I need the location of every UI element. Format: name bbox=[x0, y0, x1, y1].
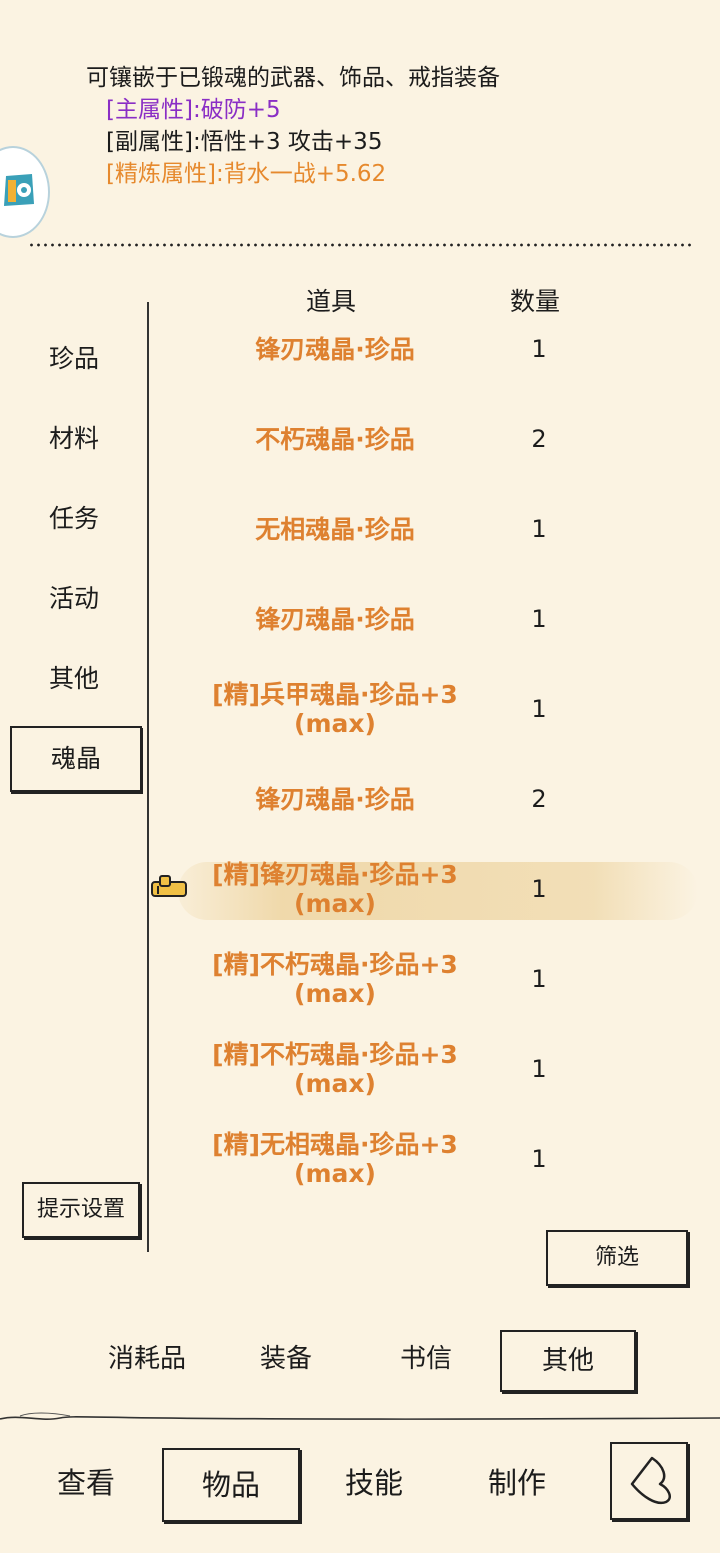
item-row-selected[interactable]: [精]锋刃魂晶·珍品+3 (max) 1 bbox=[150, 844, 710, 934]
main-attribute: [主属性]:破防+5 bbox=[106, 97, 281, 123]
item-name: 锋刃魂晶·珍品 bbox=[255, 784, 415, 814]
item-quantity: 1 bbox=[531, 965, 547, 993]
item-name: 不朽魂晶·珍品 bbox=[255, 424, 415, 454]
item-quantity: 2 bbox=[531, 425, 547, 453]
item-quantity: 1 bbox=[531, 1145, 547, 1173]
item-row[interactable]: [精]不朽魂晶·珍品+3 (max) 1 bbox=[150, 934, 710, 1024]
item-name: [精]无相魂晶·珍品+3 (max) bbox=[212, 1130, 458, 1188]
tab-skills[interactable]: 技能 bbox=[320, 1448, 428, 1518]
item-quantity: 1 bbox=[531, 1055, 547, 1083]
item-name: 锋刃魂晶·珍品 bbox=[255, 334, 415, 364]
item-quantity: 2 bbox=[531, 785, 547, 813]
refine-attribute: [精炼属性]:背水一战+5.62 bbox=[106, 161, 387, 187]
category-materials[interactable]: 材料 bbox=[10, 408, 138, 470]
category-quest[interactable]: 任务 bbox=[10, 488, 138, 550]
category-soul-crystal[interactable]: 魂晶 bbox=[10, 726, 142, 792]
item-row[interactable]: 无相魂晶·珍品 1 bbox=[150, 484, 710, 574]
filter-button[interactable]: 筛选 bbox=[546, 1230, 688, 1286]
item-row[interactable]: 不朽魂晶·珍品 2 bbox=[150, 394, 710, 484]
category-rare[interactable]: 珍品 bbox=[10, 328, 138, 390]
dotted-divider bbox=[28, 242, 692, 248]
item-row[interactable]: 锋刃魂晶·珍品 1 bbox=[150, 304, 710, 394]
subtab-equipment[interactable]: 装备 bbox=[236, 1330, 336, 1388]
assistant-logo-icon bbox=[4, 174, 34, 206]
tab-items[interactable]: 物品 bbox=[162, 1448, 300, 1522]
item-row[interactable]: 锋刃魂晶·珍品 2 bbox=[150, 754, 710, 844]
subtab-consumables[interactable]: 消耗品 bbox=[92, 1330, 202, 1388]
vertical-divider bbox=[147, 302, 149, 1252]
item-quantity: 1 bbox=[531, 605, 547, 633]
back-button[interactable] bbox=[610, 1442, 688, 1520]
tab-crafting[interactable]: 制作 bbox=[462, 1448, 572, 1518]
item-name: [精]锋刃魂晶·珍品+3 (max) bbox=[212, 860, 458, 918]
category-event[interactable]: 活动 bbox=[10, 568, 138, 630]
item-description: 可镶嵌于已锻魂的武器、饰品、戒指装备 [主属性]:破防+5 [副属性]:悟性+3… bbox=[86, 62, 500, 190]
item-row[interactable]: [精]兵甲魂晶·珍品+3 (max) 1 bbox=[150, 664, 710, 754]
item-quantity: 1 bbox=[531, 875, 547, 903]
item-name: [精]兵甲魂晶·珍品+3 (max) bbox=[212, 680, 458, 738]
item-quantity: 1 bbox=[531, 515, 547, 543]
item-row[interactable]: [精]无相魂晶·珍品+3 (max) 1 bbox=[150, 1114, 710, 1204]
category-other[interactable]: 其他 bbox=[10, 648, 138, 710]
item-name: [精]不朽魂晶·珍品+3 (max) bbox=[212, 950, 458, 1008]
item-name: [精]不朽魂晶·珍品+3 (max) bbox=[212, 1040, 458, 1098]
description-text: 可镶嵌于已锻魂的武器、饰品、戒指装备 bbox=[86, 65, 500, 91]
sub-attribute: [副属性]:悟性+3 攻击+35 bbox=[106, 129, 383, 155]
floating-assistant-button[interactable] bbox=[0, 146, 50, 238]
item-row[interactable]: 锋刃魂晶·珍品 1 bbox=[150, 574, 710, 664]
back-arrow-icon bbox=[630, 1456, 671, 1505]
pointing-hand-icon bbox=[151, 875, 187, 897]
subtab-other[interactable]: 其他 bbox=[500, 1330, 636, 1392]
subtab-letters[interactable]: 书信 bbox=[376, 1330, 476, 1388]
item-row[interactable]: [精]不朽魂晶·珍品+3 (max) 1 bbox=[150, 1024, 710, 1114]
item-quantity: 1 bbox=[531, 695, 547, 723]
hint-settings-button[interactable]: 提示设置 bbox=[22, 1182, 140, 1238]
item-quantity: 1 bbox=[531, 335, 547, 363]
tab-view[interactable]: 查看 bbox=[30, 1448, 142, 1518]
ink-divider bbox=[0, 1412, 720, 1420]
item-name: 无相魂晶·珍品 bbox=[255, 514, 415, 544]
item-name: 锋刃魂晶·珍品 bbox=[255, 604, 415, 634]
